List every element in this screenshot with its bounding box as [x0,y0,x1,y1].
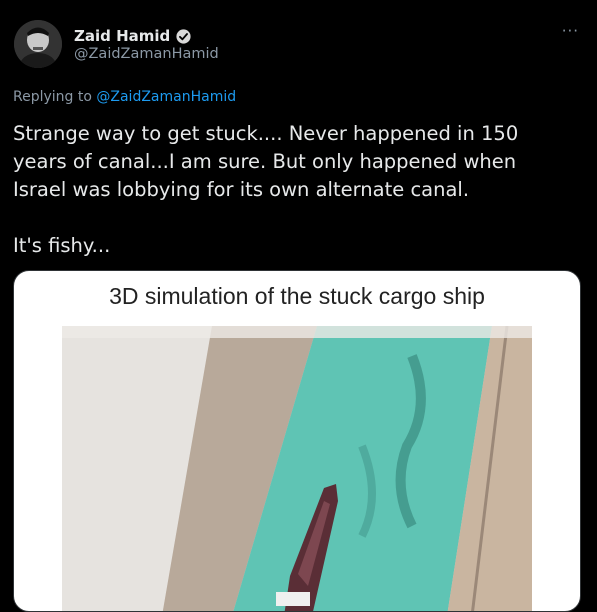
author-handle[interactable]: @ZaidZamanHamid [74,46,219,62]
tweet-card: Zaid Hamid @ZaidZamanHamid ··· Replying … [0,0,597,612]
author-display-name[interactable]: Zaid Hamid [74,27,170,45]
author-name-row[interactable]: Zaid Hamid [74,27,192,45]
verified-badge-icon [176,28,191,44]
replying-to-line: Replying to @ZaidZamanHamid [13,89,236,105]
replying-to-prefix: Replying to [13,89,97,105]
avatar[interactable] [14,20,62,68]
canal-ship-image [62,326,532,611]
more-options-icon[interactable]: ··· [562,22,579,40]
tweet-media[interactable]: 3D simulation of the stuck cargo ship [13,270,581,612]
replying-to-mention[interactable]: @ZaidZamanHamid [96,89,236,105]
media-caption: 3D simulation of the stuck cargo ship [109,283,485,309]
tweet-text: Strange way to get stuck.... Never happe… [13,122,519,257]
